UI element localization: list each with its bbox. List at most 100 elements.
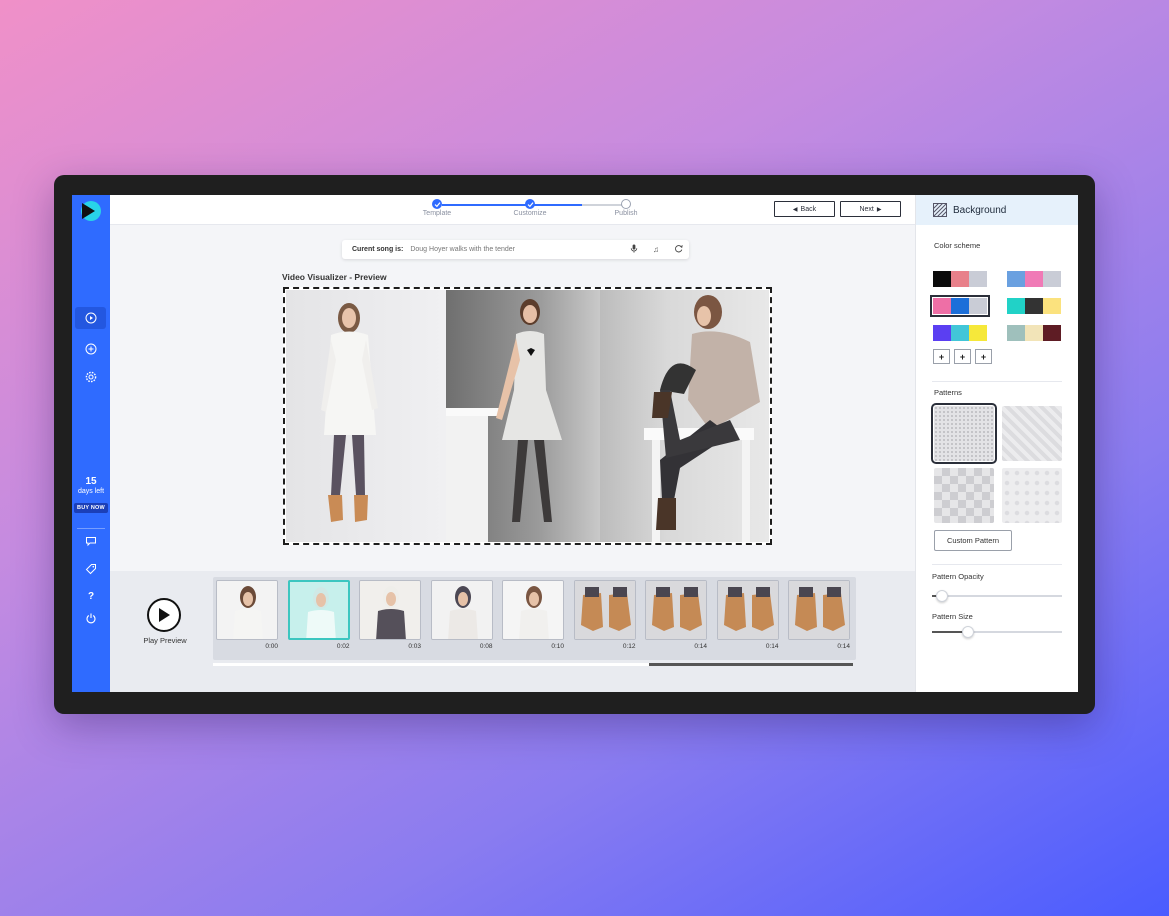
song-value: Doug Hoyer walks with the tender [410, 246, 516, 253]
pattern-dots[interactable] [931, 403, 997, 464]
color-scheme-swatch[interactable] [933, 325, 987, 341]
preview-photo-2 [446, 290, 600, 542]
refresh-icon[interactable] [667, 244, 689, 255]
timeline-thumbnail[interactable] [359, 580, 421, 640]
color-chip [933, 271, 951, 287]
color-chip [951, 325, 969, 341]
thumbnail-image [717, 581, 778, 639]
timeline-thumbnail[interactable] [788, 580, 850, 640]
color-chip [969, 325, 987, 341]
power-icon [86, 613, 95, 624]
preview-photo-1 [286, 290, 446, 542]
sidebar-help-button[interactable]: ? [75, 584, 106, 606]
add-color-button[interactable]: + [933, 349, 950, 364]
play-preview-button[interactable] [147, 598, 181, 632]
music-note-icon[interactable]: ♫ [645, 245, 667, 254]
color-scheme-swatch[interactable] [1007, 271, 1061, 287]
thumbnail-image [289, 582, 348, 638]
chat-icon [85, 537, 96, 547]
left-sidebar: 15 days left BUY NOW ? [72, 195, 110, 692]
trial-counter: 15 days left BUY NOW [72, 477, 110, 514]
color-scheme-label: Color scheme [934, 241, 981, 250]
sidebar-add-button[interactable] [75, 338, 106, 360]
microphone-icon[interactable] [623, 244, 645, 255]
sidebar-tag-button[interactable] [75, 558, 106, 580]
step-customize[interactable]: Customize [510, 199, 550, 217]
patterns-label: Patterns [934, 388, 962, 397]
video-preview-canvas[interactable] [283, 287, 772, 545]
color-chip [969, 298, 987, 314]
sidebar-power-button[interactable] [75, 607, 106, 629]
thumbnail-strip: 0:00 0:02 0:03 0:08 0:10 0:12 0:14 0:14 0:14 [213, 577, 856, 660]
next-label: Next [859, 205, 874, 213]
thumbnail-time: 0:03 [408, 643, 421, 650]
color-chip [1043, 325, 1061, 341]
timeline-thumbnail[interactable] [573, 580, 636, 640]
color-scheme-swatch[interactable] [933, 271, 987, 287]
slider-knob[interactable] [962, 626, 975, 638]
gear-icon [85, 371, 96, 383]
app-screen: 15 days left BUY NOW ? Template Customiz… [72, 195, 1078, 692]
timeline-thumbnail[interactable] [716, 580, 779, 640]
sidebar-play-button[interactable] [75, 307, 106, 329]
check-icon [525, 199, 535, 209]
thumbnail-image [360, 581, 420, 639]
color-scheme-swatch[interactable] [1007, 325, 1061, 341]
pattern-circles[interactable] [1002, 468, 1062, 523]
timeline-thumbnail[interactable] [287, 580, 350, 640]
timeline-thumbnail[interactable] [216, 580, 278, 640]
color-chip [1043, 298, 1061, 314]
color-chip [933, 325, 951, 341]
thumbnail-image [574, 581, 635, 639]
stripes-icon [933, 203, 947, 217]
monitor-frame: 15 days left BUY NOW ? Template Customiz… [54, 175, 1095, 714]
timeline-thumbnail[interactable] [645, 580, 707, 640]
back-button[interactable]: ◀ Back [774, 201, 835, 217]
thumbnail-image [431, 581, 492, 639]
caret-left-icon: ◀ [792, 206, 798, 213]
timeline-scrollbar[interactable] [213, 663, 853, 666]
plus-circle-icon [85, 343, 96, 355]
color-chip [1007, 325, 1025, 341]
color-chip [1007, 298, 1025, 314]
buy-now-button[interactable]: BUY NOW [74, 503, 108, 513]
sidebar-settings-button[interactable] [75, 366, 106, 388]
step-label: Publish [614, 210, 638, 217]
thumbnail-time: 0:12 [622, 643, 636, 650]
slider-knob[interactable] [936, 590, 949, 602]
step-template[interactable]: Template [417, 199, 457, 217]
timeline-thumbnail[interactable] [430, 580, 493, 640]
color-chip [1043, 271, 1061, 287]
custom-pattern-button[interactable]: Custom Pattern [934, 530, 1012, 551]
add-color-button[interactable]: + [975, 349, 992, 364]
sidebar-chat-button[interactable] [75, 530, 106, 552]
pattern-diamonds[interactable] [934, 468, 994, 523]
sidebar-divider [77, 528, 105, 529]
top-bar: Template Customize Publish ◀ Back Next ▶ [110, 195, 915, 225]
question-icon: ? [87, 591, 93, 601]
thumbnail-time: 0:14 [694, 643, 707, 650]
thumbnail-time: 0:00 [265, 643, 278, 650]
preview-title: Video Visualizer - Preview [282, 272, 387, 282]
timeline-area: Play Preview 0:00 0:02 0:03 0:08 0:10 0:12 0:1… [110, 571, 915, 692]
add-color-button[interactable]: + [954, 349, 971, 364]
current-song-bar: Curent song is: Doug Hoyer walks with th… [342, 240, 689, 259]
timeline-thumbnail[interactable] [502, 580, 564, 640]
thumbnail-time: 0:02 [336, 643, 350, 650]
pattern-size-slider[interactable] [932, 626, 1062, 638]
color-scheme-swatch[interactable] [1007, 298, 1061, 314]
next-button[interactable]: Next ▶ [840, 201, 901, 217]
tag-icon [85, 564, 96, 575]
thumbnail-image [217, 581, 277, 639]
pattern-opacity-slider[interactable] [932, 590, 1062, 602]
step-publish[interactable]: Publish [606, 199, 646, 217]
scrollbar-thumb[interactable] [649, 663, 853, 666]
song-label: Curent song is: [352, 246, 404, 253]
background-panel: Background Color scheme + + + Patterns C… [915, 195, 1078, 692]
panel-title: Background [953, 204, 1007, 216]
pattern-stripes[interactable] [1002, 406, 1062, 461]
app-logo [81, 201, 101, 221]
preview-photo-3 [600, 290, 769, 542]
color-chip [951, 298, 969, 314]
color-scheme-swatch[interactable] [930, 295, 990, 317]
